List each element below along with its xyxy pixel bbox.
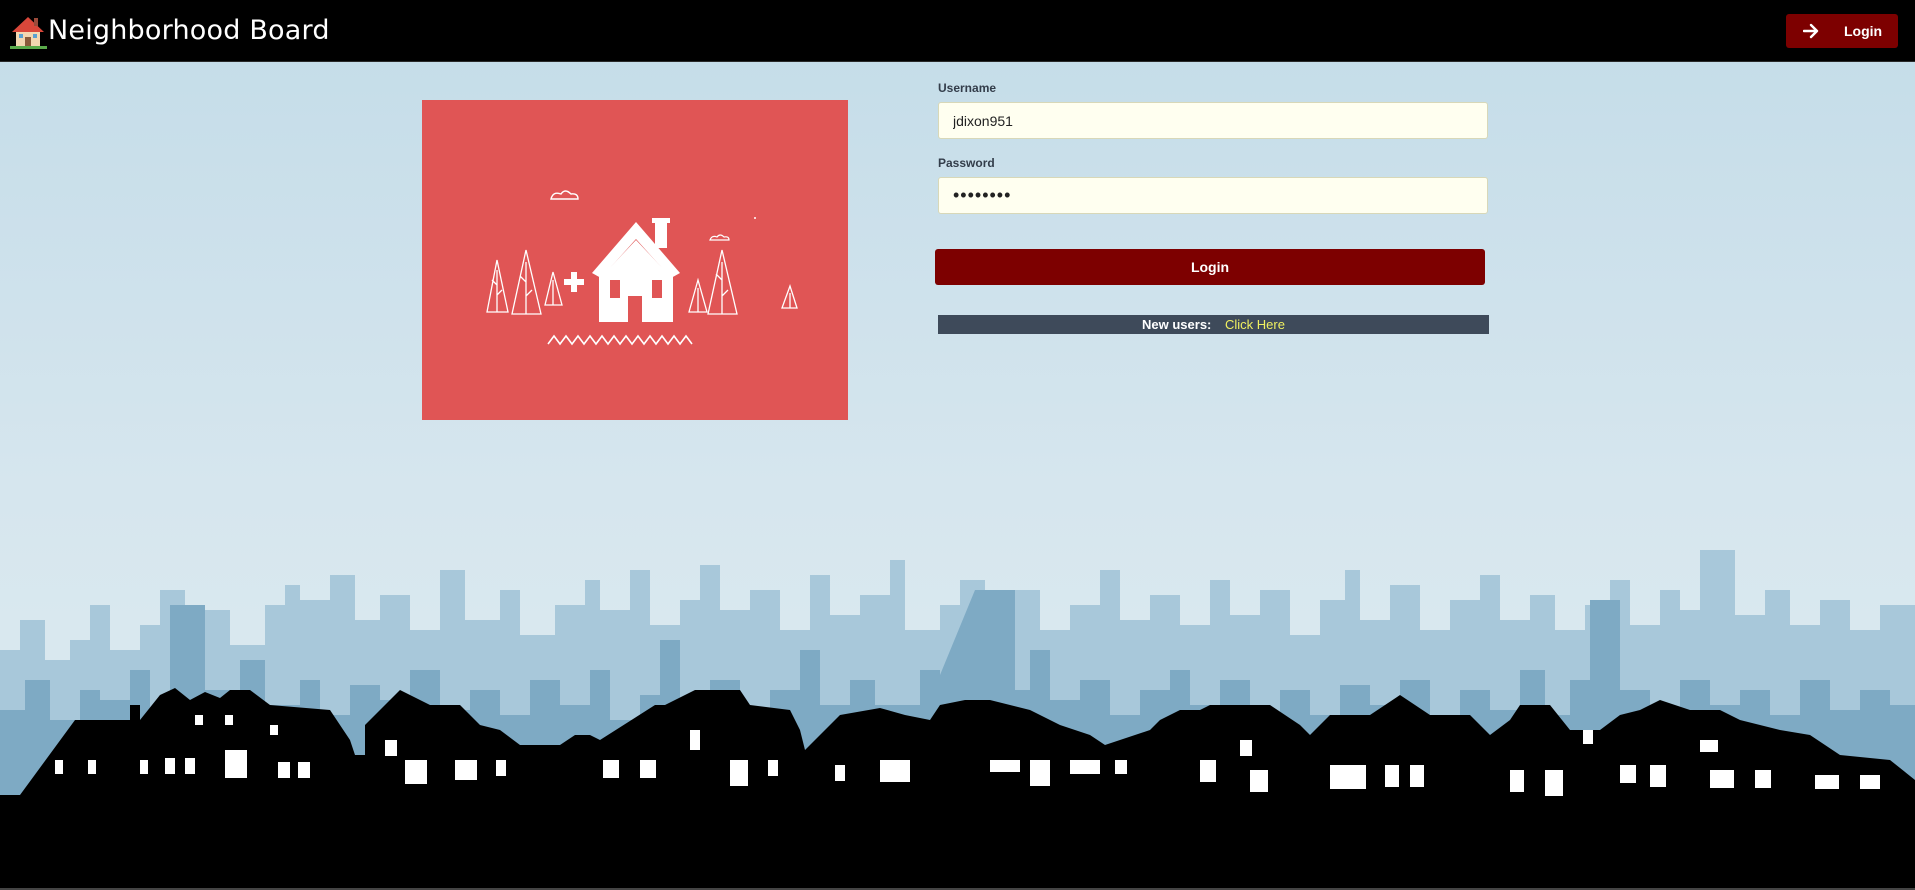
nav-login-button[interactable]: Login [1786,14,1898,48]
username-input[interactable] [938,102,1488,139]
city-skyline-illustration [0,550,1915,890]
hero-illustration [422,100,848,420]
brand[interactable]: Neighborhood Board [10,12,330,50]
password-input[interactable] [938,177,1488,214]
top-navbar: Neighborhood Board Login [0,0,1915,62]
username-label: Username [938,81,997,95]
arrow-right-icon [1803,23,1819,39]
password-label: Password [938,156,995,170]
register-link[interactable]: Click Here [1225,317,1285,332]
house-icon [10,16,47,49]
nav-login-label: Login [1844,23,1883,39]
login-submit-button[interactable]: Login [935,249,1485,285]
new-users-text: New users: [1142,317,1212,332]
new-users-banner: New users: Click Here [938,315,1489,334]
brand-title: Neighborhood Board [48,15,330,46]
